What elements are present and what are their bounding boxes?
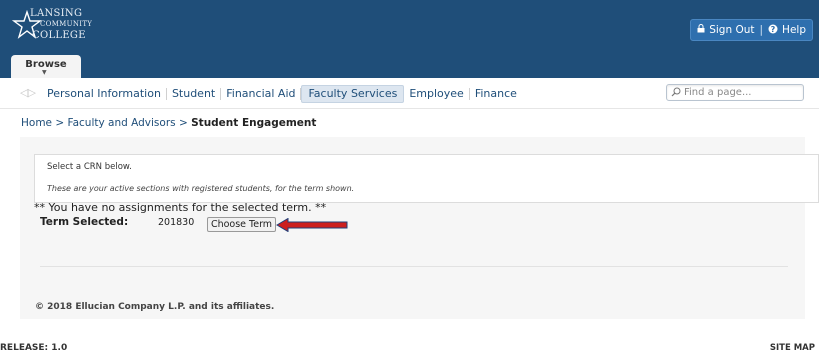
red-arrow-annotation-icon [276, 218, 348, 232]
no-assignments-message: ** You have no assignments for the selec… [34, 201, 327, 214]
search-placeholder: Find a page... [684, 87, 752, 98]
nav-item-financial-aid[interactable]: Financial Aid [221, 86, 300, 102]
breadcrumb: Home > Faculty and Advisors > Student En… [21, 117, 316, 129]
logo-text: LANSING COMMUNITY COLLEGE [30, 8, 92, 41]
nav-scroll-arrows-icon[interactable]: ◁▷ [20, 86, 36, 99]
breadcrumb-separator: > [55, 117, 65, 129]
section-divider [40, 266, 788, 267]
breadcrumb-separator: > [178, 117, 188, 129]
caret-down-icon: ▼ [42, 69, 47, 76]
logo-line-community: COMMUNITY [40, 20, 93, 28]
find-page-search-input[interactable]: Find a page... [666, 84, 804, 101]
browse-tab[interactable]: Browse ▼ [11, 55, 81, 78]
nav-menu: Personal Information Student Financial A… [42, 85, 522, 103]
logo-line-college: COLLEGE [32, 30, 86, 41]
nav-item-employee[interactable]: Employee [404, 86, 468, 102]
header-bar: LANSING COMMUNITY COLLEGE Sign Out | ? H… [0, 0, 819, 78]
info-message-box: Select a CRN below. These are your activ… [34, 154, 819, 203]
release-version: RELEASE: 1.0 [0, 343, 68, 353]
logo-line-lansing: LANSING [30, 8, 83, 19]
breadcrumb-current-page: Student Engagement [191, 117, 317, 129]
svg-text:?: ? [771, 25, 776, 34]
account-links: Sign Out | ? Help [690, 19, 813, 41]
active-sections-note: These are your active sections with regi… [47, 184, 355, 193]
college-logo[interactable]: LANSING COMMUNITY COLLEGE [11, 8, 132, 42]
breadcrumb-faculty-and-advisors[interactable]: Faculty and Advisors [68, 117, 176, 129]
help-circle-icon: ? [768, 24, 778, 37]
nav-item-faculty-services[interactable]: Faculty Services [301, 85, 405, 103]
lock-icon [697, 24, 705, 36]
copyright-text: © 2018 Ellucian Company L.P. and its aff… [35, 302, 275, 312]
breadcrumb-home[interactable]: Home [21, 117, 52, 129]
select-crn-instruction: Select a CRN below. [47, 162, 132, 172]
sign-out-link[interactable]: Sign Out [709, 24, 754, 36]
term-selected-value: 201830 [158, 217, 195, 228]
site-map-link[interactable]: SITE MAP [770, 343, 815, 353]
nav-item-student[interactable]: Student [167, 86, 220, 102]
link-separator: | [759, 24, 764, 36]
term-selected-label: Term Selected: [40, 216, 129, 228]
search-icon [671, 85, 681, 100]
nav-item-personal-information[interactable]: Personal Information [42, 86, 166, 102]
nav-item-finance[interactable]: Finance [470, 86, 522, 102]
help-link[interactable]: Help [782, 24, 806, 36]
choose-term-button[interactable]: Choose Term [207, 217, 276, 232]
